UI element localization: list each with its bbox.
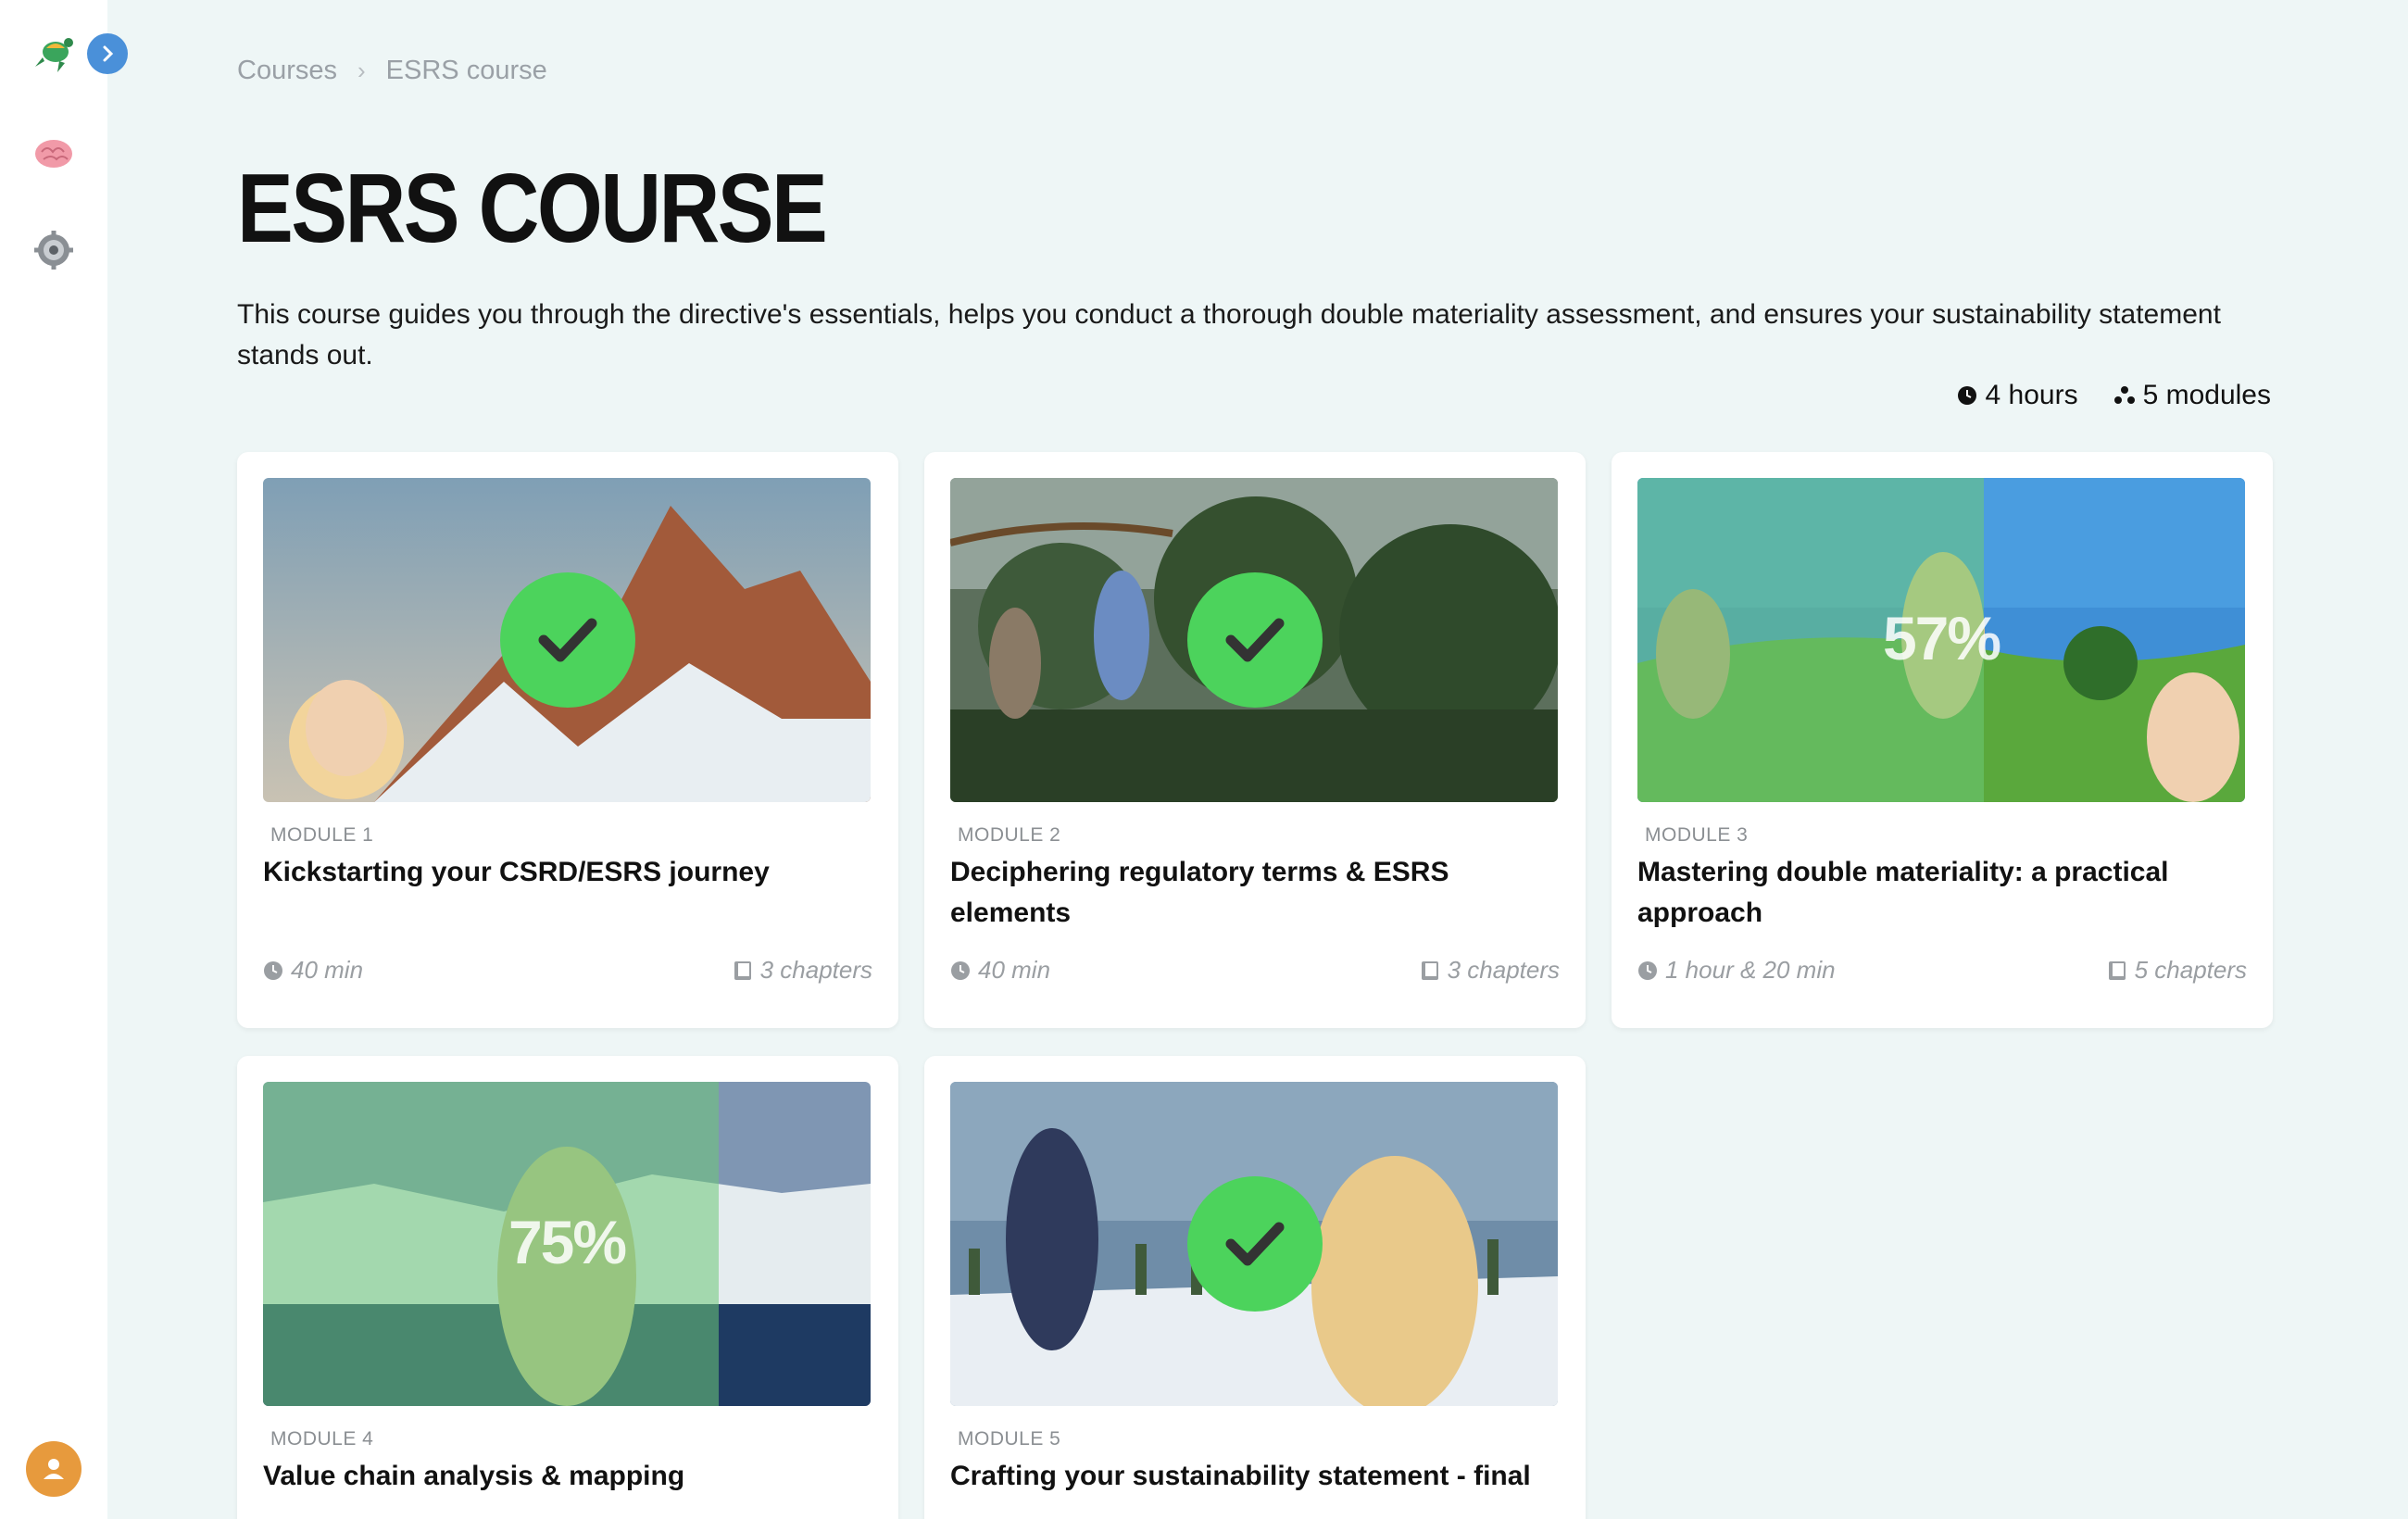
module-label: MODULE 2	[958, 824, 1061, 846]
chevron-right-icon: ›	[357, 56, 366, 84]
module-thumbnail	[263, 478, 871, 802]
module-duration: 40 min	[978, 956, 1051, 984]
module-duration: 1 hour & 20 min	[1665, 956, 1836, 984]
module-title: Crafting your sustainability statement -…	[950, 1461, 1531, 1491]
user-avatar-icon	[44, 1459, 64, 1479]
module-duration: 40 min	[291, 956, 364, 984]
module-thumbnail: 75%	[263, 1082, 871, 1406]
user-avatar-button[interactable]	[26, 1441, 82, 1497]
module-chapters: 3 chapters	[759, 956, 872, 984]
module-title: Kickstarting your CSRD/ESRS journey	[263, 857, 770, 887]
module-title: Mastering double materiality: a practica…	[1637, 857, 2169, 928]
module-thumbnail	[950, 1082, 1558, 1406]
course-modules-count: 5 modules	[2113, 380, 2271, 411]
book-icon	[734, 960, 751, 980]
settings-gear-icon[interactable]	[30, 226, 78, 274]
clock-icon	[1638, 960, 1657, 980]
breadcrumb: Courses › ESRS course	[237, 56, 547, 86]
progress-percentage: 75%	[508, 1208, 627, 1276]
clock-icon	[1957, 386, 1976, 405]
module-label: MODULE 3	[1645, 824, 1749, 846]
modules-icon	[2113, 386, 2135, 404]
book-icon	[1421, 960, 1438, 980]
module-label: MODULE 5	[958, 1428, 1061, 1450]
course-meta: 4 hours 5 modules	[1956, 380, 2271, 411]
chevron-right-icon	[103, 45, 114, 62]
module-chapters: 3 chapters	[1447, 956, 1560, 984]
module-card[interactable]: MODULE 5 Crafting your sustainability st…	[924, 1056, 1586, 1519]
course-duration: 4 hours	[1956, 380, 2078, 411]
page-title: ESRS COURSE	[237, 154, 828, 263]
clock-icon	[951, 960, 970, 980]
module-footer: 40 min 3 chapters	[950, 956, 1560, 985]
clock-icon	[264, 960, 282, 980]
module-card[interactable]: MODULE 2 Deciphering regulatory terms & …	[924, 452, 1586, 1028]
course-duration-text: 4 hours	[1985, 380, 2078, 410]
completed-check-icon	[500, 572, 635, 708]
module-card[interactable]: 75% MODULE 4 Value chain analysis & mapp…	[237, 1056, 898, 1519]
module-chapters: 5 chapters	[2134, 956, 2247, 984]
course-modules-text: 5 modules	[2142, 380, 2271, 410]
module-footer: 40 min 3 chapters	[263, 956, 872, 985]
course-description: This course guides you through the direc…	[237, 299, 2221, 370]
module-label: MODULE 4	[270, 1428, 374, 1450]
completed-check-icon	[1187, 572, 1323, 708]
module-label: MODULE 1	[270, 824, 374, 846]
expand-sidebar-button[interactable]	[87, 33, 128, 74]
completed-check-icon	[1187, 1176, 1323, 1312]
breadcrumb-courses-link[interactable]: Courses	[237, 56, 337, 86]
turtle-logo-icon[interactable]	[30, 30, 78, 78]
breadcrumb-current: ESRS course	[385, 56, 547, 85]
module-card[interactable]: MODULE 1 Kickstarting your CSRD/ESRS jou…	[237, 452, 898, 1028]
sidebar	[0, 0, 128, 1519]
book-icon	[2108, 960, 2126, 980]
module-thumbnail	[950, 478, 1558, 802]
module-card[interactable]: 57% MODULE 3 Mastering double materialit…	[1612, 452, 2273, 1028]
module-title: Deciphering regulatory terms & ESRS elem…	[950, 857, 1449, 928]
module-title: Value chain analysis & mapping	[263, 1461, 685, 1491]
module-footer: 1 hour & 20 min 5 chapters	[1637, 956, 2247, 985]
module-thumbnail: 57%	[1637, 478, 2245, 802]
progress-percentage: 57%	[1882, 604, 2001, 672]
brain-icon[interactable]	[30, 130, 78, 178]
